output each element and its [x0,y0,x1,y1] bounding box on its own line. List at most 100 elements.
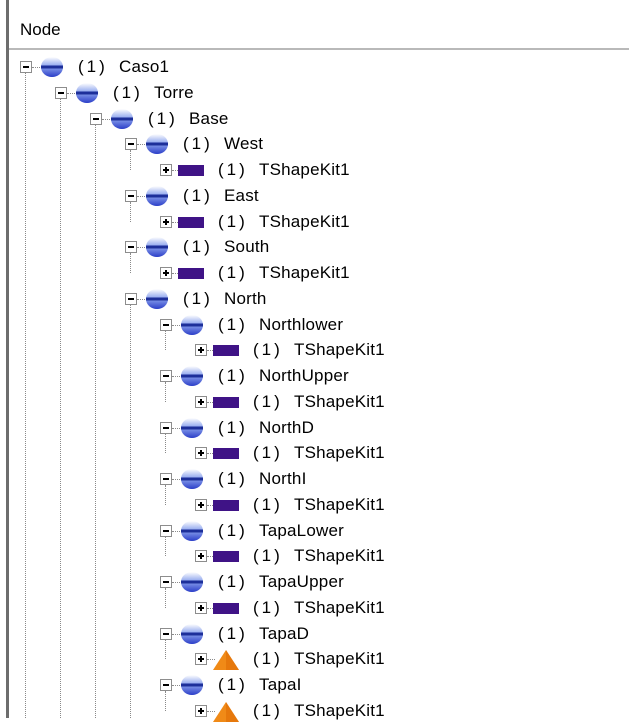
node-count: (1) [183,185,213,205]
tree-node[interactable]: (1) North [125,287,629,313]
shape-kit-icon [213,345,239,357]
tree-guide-line [172,582,180,583]
tree-node[interactable]: (1) Caso1 [20,55,540,81]
collapse-toggle[interactable] [160,679,172,691]
tree-node[interactable]: (1) NorthI [160,467,629,493]
collapse-toggle[interactable] [160,524,172,537]
collapse-toggle[interactable] [160,473,172,485]
tree-guide-line [172,530,180,532]
tree-node[interactable]: (1) TapaD [160,622,629,648]
expand-toggle[interactable] [195,447,207,460]
tree-guide-line [172,633,180,635]
node-count: (1) [253,340,283,360]
collapse-toggle[interactable] [160,318,172,331]
sphere-icon [145,288,169,310]
collapse-toggle[interactable] [160,576,172,588]
node-count: (1) [218,675,248,694]
expand-toggle[interactable] [160,267,172,279]
node-count: (1) [183,134,213,154]
collapse-toggle[interactable] [55,86,67,99]
sphere-icon [180,674,204,696]
cone-icon [212,649,240,671]
tree-node[interactable]: (1) TShapeKit1 [195,493,629,519]
node-label: TShapeKit1 [294,391,385,411]
collapse-toggle[interactable] [125,138,137,151]
sphere-icon [75,82,99,104]
tree-node[interactable]: (1) TShapeKit1 [195,647,629,673]
collapse-toggle[interactable] [160,421,172,434]
tree-node[interactable]: (1) TapaLower [160,519,629,545]
node-label: Northlower [259,314,344,334]
tree-node[interactable]: (1) TShapeKit1 [195,699,629,725]
tree-node[interactable]: (1) TShapeKit1 [195,596,629,622]
node-count: (1) [183,237,213,257]
node-label: TShapeKit1 [259,211,350,231]
node-label: NorthUpper [259,366,349,385]
collapse-toggle[interactable] [90,112,102,125]
tree-node[interactable]: (1) NorthD [160,416,629,442]
expand-toggle[interactable] [195,653,207,666]
shape-kit-icon [178,216,204,228]
node-label: TapaLower [259,520,344,540]
node-label: Base [189,108,229,128]
collapse-toggle[interactable] [160,627,172,640]
tree-guide-line [25,73,26,718]
column-header[interactable]: Node [9,14,629,50]
expand-toggle[interactable] [195,395,207,408]
collapse-toggle[interactable] [125,189,137,202]
collapse-toggle[interactable] [125,241,137,254]
expand-toggle[interactable] [195,550,207,563]
expand-toggle[interactable] [160,215,172,228]
tree-node[interactable]: (1) TShapeKit1 [195,544,629,570]
node-count: (1) [218,314,248,334]
tree-node[interactable]: (1) Torre [55,81,575,107]
node-label: West [224,134,264,154]
tree-guide-line [102,118,110,120]
expand-toggle[interactable] [195,601,207,614]
expand-toggle[interactable] [195,704,207,717]
node-label: TapaUpper [259,572,344,591]
tree-node[interactable]: (1) East [125,184,629,210]
tree-node[interactable]: (1) Northlower [160,313,629,339]
shape-kit-icon [213,602,239,614]
tree-node[interactable]: (1) TShapeKit1 [160,210,629,236]
node-count: (1) [183,288,213,308]
node-count: (1) [218,211,248,231]
sphere-icon [180,520,204,542]
collapse-toggle[interactable] [20,61,32,73]
tree-guide-line [137,144,145,146]
tree-node[interactable]: (1) Base [90,107,610,133]
cone-icon [212,701,240,723]
expand-toggle[interactable] [160,164,172,176]
tree-node[interactable]: (1) TapaI [160,673,629,699]
collapse-toggle[interactable] [160,370,172,382]
node-count: (1) [218,160,248,179]
tree-guide-line [95,124,96,718]
node-count: (1) [218,469,248,488]
tree-node[interactable]: (1) West [125,132,629,158]
tree-guide-line [60,98,61,718]
expand-toggle[interactable] [195,344,207,357]
sphere-icon [145,185,169,207]
node-label: NorthI [259,469,307,488]
node-count: (1) [253,649,283,669]
expand-toggle[interactable] [195,498,207,511]
shape-kit-icon [178,165,204,176]
tree-node[interactable]: (1) South [125,235,629,261]
sphere-icon [180,468,204,490]
sphere-icon [145,236,169,258]
column-header-title: Node [20,20,61,39]
collapse-toggle[interactable] [125,292,137,305]
sphere-icon [180,365,204,387]
tree-guide-line [67,92,75,94]
tree-node[interactable]: (1) TShapeKit1 [160,158,629,184]
tree-node[interactable]: (1) TShapeKit1 [195,441,629,467]
node-label: TShapeKit1 [259,160,350,179]
tree-node[interactable]: (1) TapaUpper [160,570,629,596]
node-label: TShapeKit1 [294,546,385,566]
tree-node[interactable]: (1) NorthUpper [160,364,629,390]
node-label: TapaI [259,675,302,694]
tree-node[interactable]: (1) TShapeKit1 [160,261,629,287]
tree-node[interactable]: (1) TShapeKit1 [195,338,629,364]
tree-node[interactable]: (1) TShapeKit1 [195,390,629,416]
